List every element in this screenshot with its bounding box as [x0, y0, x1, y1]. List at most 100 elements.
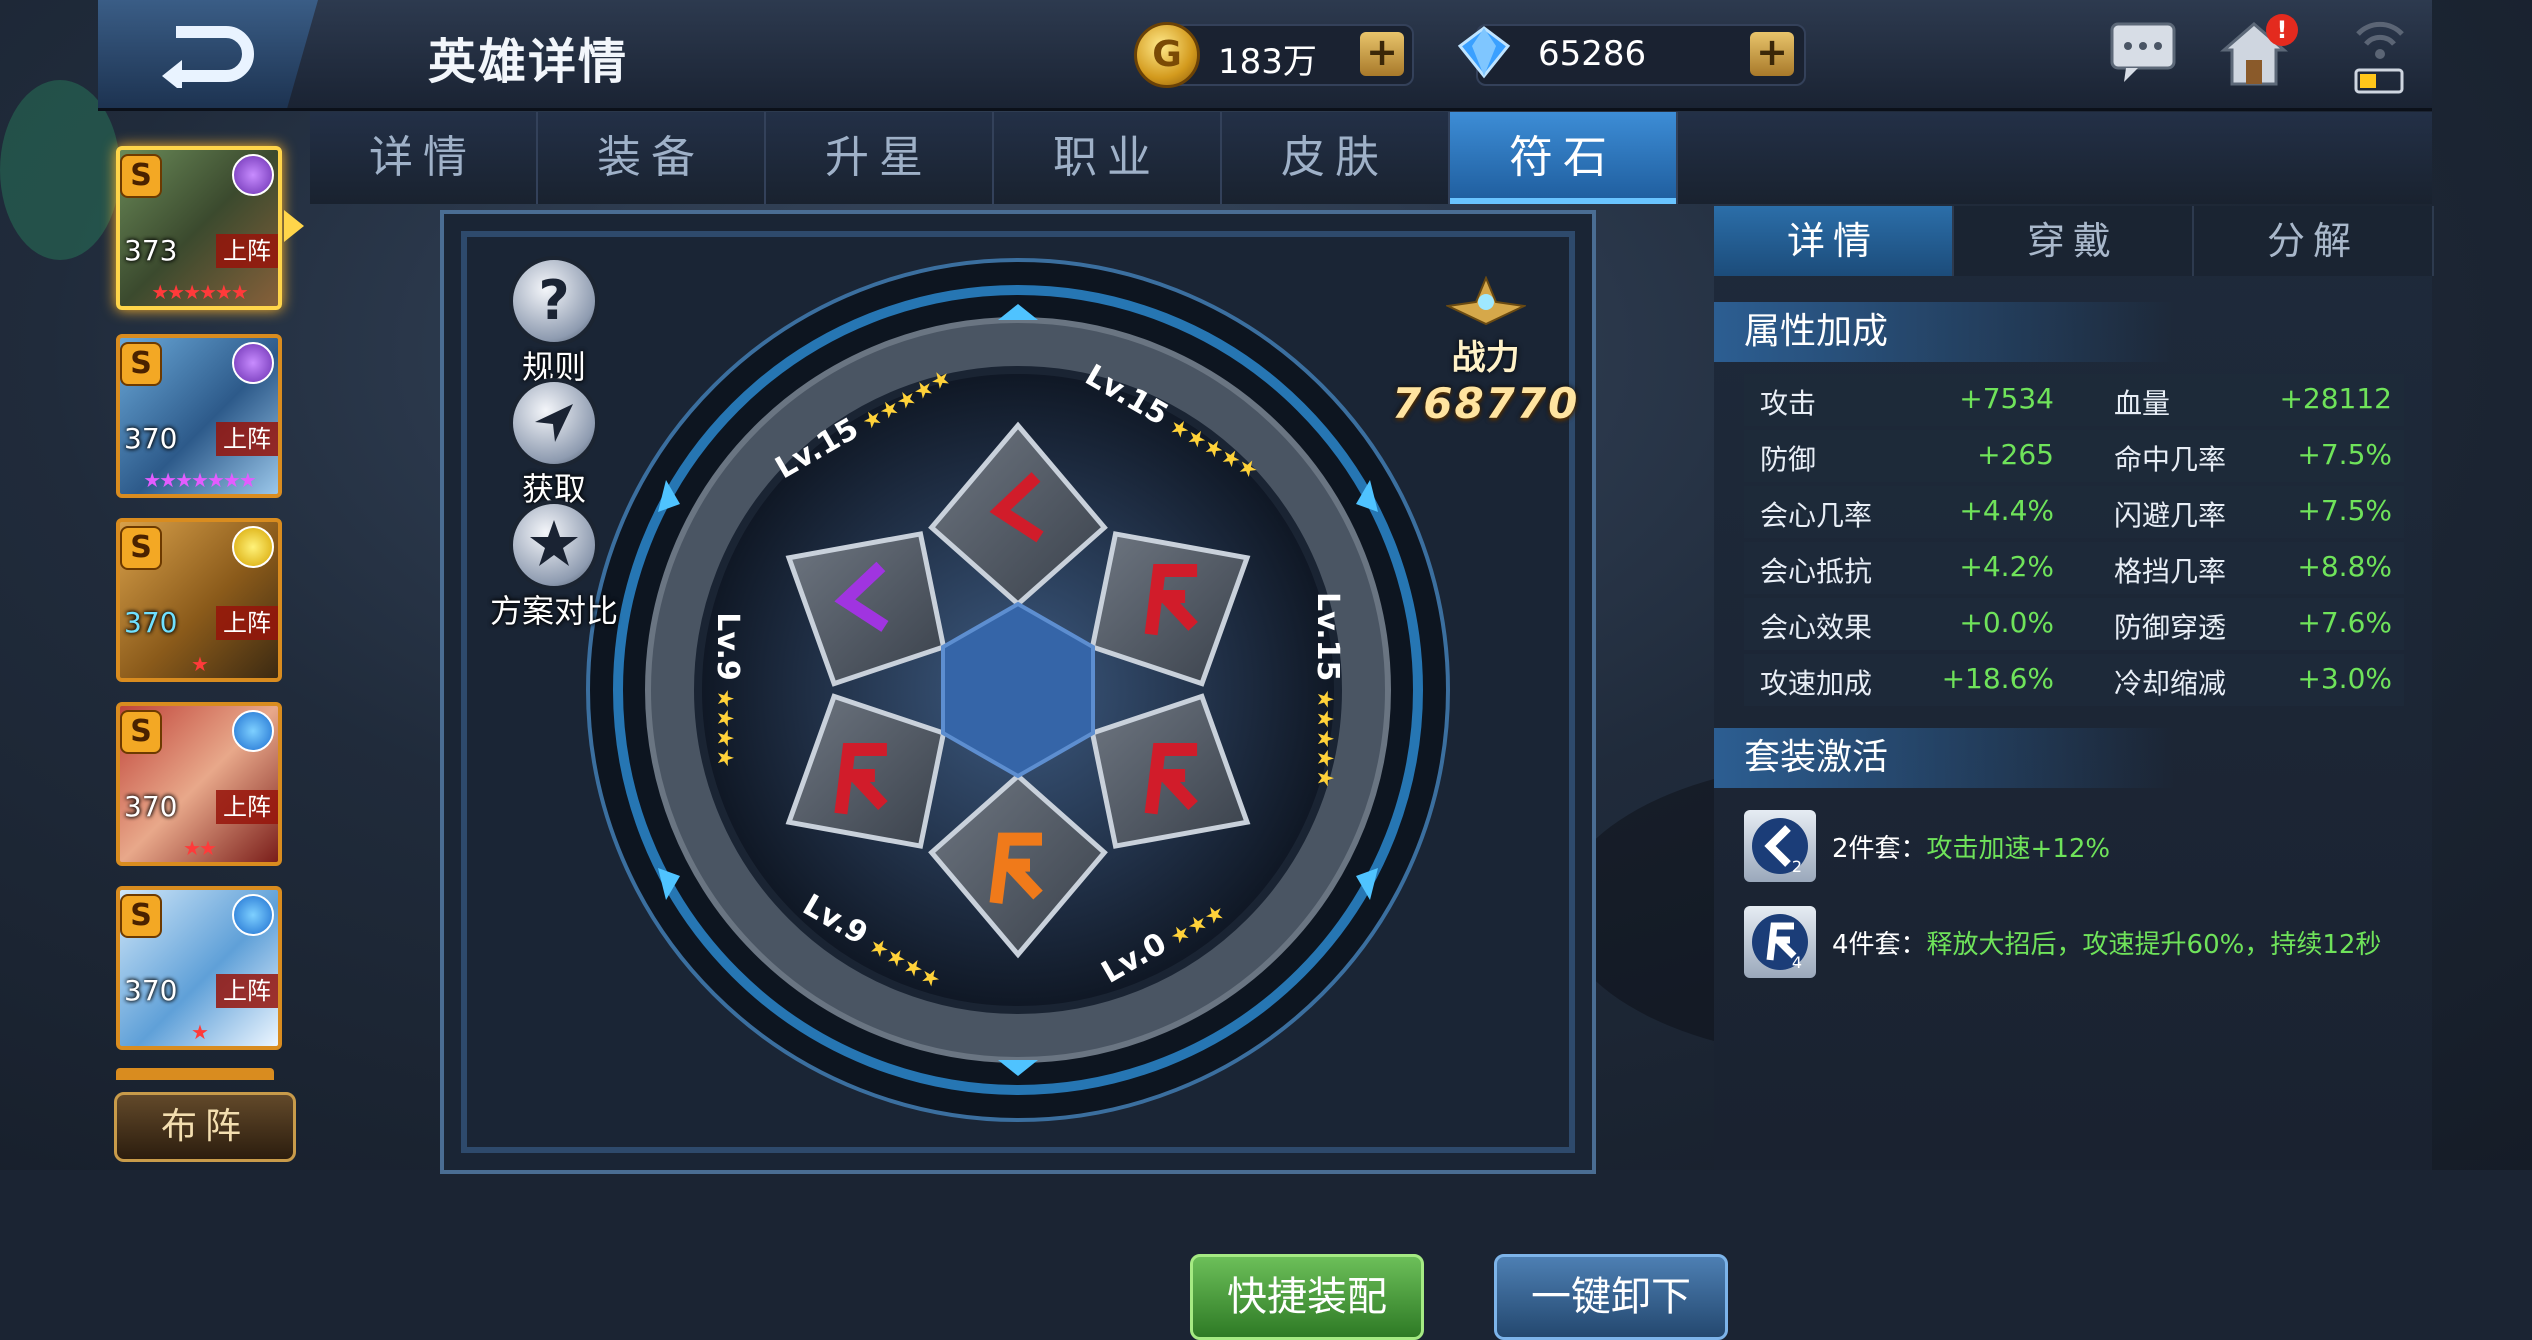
stat-value: +4.4%	[1959, 494, 2054, 527]
hero-card[interactable]: S 370 上阵 ★	[116, 518, 282, 682]
deployed-badge: 上阵	[216, 790, 278, 824]
tab-runes[interactable]: 符石	[1450, 112, 1678, 204]
tab-star-up[interactable]: 升星	[766, 112, 994, 204]
combat-power: 战力 768770	[1392, 275, 1580, 428]
obtain-button[interactable]: 获取	[484, 378, 624, 510]
hero-level: 373	[124, 234, 178, 267]
hero-stars: ★★	[183, 836, 217, 860]
deployed-badge: 上阵	[216, 234, 278, 268]
stat-row: 会心抵抗 +4.2% 格挡几率 +8.8%	[1744, 542, 2404, 594]
stat-value: +8.8%	[2297, 550, 2392, 583]
stat-value: +0.0%	[1959, 606, 2054, 639]
hero-card[interactable]: S 370 上阵 ★★★★★★★	[116, 334, 282, 498]
rune-set-icon: 2	[1744, 810, 1816, 882]
back-button[interactable]	[98, 0, 318, 108]
rune-set-icon: 4	[1744, 906, 1816, 978]
info-subtabs: 详情 穿戴 分解	[1714, 206, 2434, 276]
stat-name: 格挡几率	[2114, 555, 2227, 588]
add-gems-button[interactable]: +	[1750, 32, 1794, 76]
deployed-badge: 上阵	[216, 422, 278, 456]
subtab-wear[interactable]: 穿戴	[1954, 206, 2194, 276]
stat-value: +265	[1977, 438, 2054, 471]
set-description: 4件套：释放大招后，攻速提升60%，持续12秒	[1832, 924, 2381, 961]
quick-equip-button[interactable]: 快捷装配	[1190, 1254, 1424, 1340]
notification-badge: !	[2266, 14, 2298, 46]
hero-tabs: 详情 装备 升星 职业 皮肤 符石	[310, 112, 2432, 204]
stat-row: 攻击 +7534 血量 +28112	[1744, 374, 2404, 426]
tab-skins[interactable]: 皮肤	[1222, 112, 1450, 204]
stat-value: +7.6%	[2297, 606, 2392, 639]
water-element-icon	[232, 894, 274, 936]
rune-panel: Lv.15★★★★★ Lv.15★★★★★ Lv.15★★★★★ Lv.0★★★ Lv.…	[440, 210, 1728, 1340]
star-icon	[509, 500, 599, 590]
stat-value: +28112	[2279, 382, 2392, 415]
shadow-element-icon	[232, 342, 274, 384]
set-pieces: 4件套：	[1832, 930, 1927, 960]
tab-details[interactable]: 详情	[310, 112, 538, 204]
rank-badge: S	[120, 154, 162, 198]
gold-coin-icon: G	[1134, 22, 1200, 88]
top-bar: 英雄详情 G 183万 + 65286 + !	[98, 0, 2432, 111]
formation-button[interactable]: 布阵	[114, 1092, 296, 1162]
hero-card[interactable]: S 370 上阵 ★★	[116, 702, 282, 866]
stat-name: 血量	[2114, 387, 2171, 420]
stat-name: 会心几率	[1760, 499, 1873, 532]
subtab-decompose[interactable]: 分解	[2194, 206, 2434, 276]
stat-name: 命中几率	[2114, 443, 2227, 476]
chat-icon[interactable]	[2108, 18, 2180, 86]
lightning-element-icon	[232, 526, 274, 568]
stat-value: +7.5%	[2297, 438, 2392, 471]
compare-plans-button[interactable]: 方案对比	[444, 500, 664, 632]
stat-name: 会心抵抗	[1760, 555, 1873, 588]
rank-badge: S	[120, 342, 162, 386]
hero-stars: ★	[191, 652, 209, 676]
stat-name: 防御穿透	[2114, 611, 2227, 644]
set-effect: 攻击加速+12%	[1926, 834, 2111, 864]
hero-stars: ★	[191, 1020, 209, 1044]
rank-badge: S	[120, 894, 162, 938]
deployed-badge: 上阵	[216, 974, 278, 1008]
selected-arrow-icon	[284, 210, 304, 242]
back-arrow-icon	[162, 26, 254, 88]
gem-counter: 65286 +	[1457, 24, 1806, 86]
rune-info-panel: 详情 穿戴 分解 属性加成 攻击 +7534 血量 +28112 防御 +265 命中几率 +…	[1714, 206, 2434, 1170]
rank-badge: S	[120, 710, 162, 754]
tab-class[interactable]: 职业	[994, 112, 1222, 204]
set-activation-title: 套装激活	[1714, 728, 2174, 788]
combat-power-value: 768770	[1392, 379, 1580, 428]
attribute-bonus-title: 属性加成	[1714, 302, 2174, 362]
hero-card[interactable]: S 373 上阵 ★★★★★★	[116, 146, 282, 310]
rules-button[interactable]: ? 规则	[484, 256, 624, 388]
unequip-all-button[interactable]: 一键卸下	[1494, 1254, 1728, 1340]
set-effect: 释放大招后，攻速提升60%，持续12秒	[1926, 930, 2382, 960]
gem-amount: 65286	[1538, 34, 1647, 74]
rune-stars: ★★★★★	[1312, 689, 1337, 788]
hero-card[interactable]: S 370 上阵 ★	[116, 886, 282, 1050]
stats-table: 攻击 +7534 血量 +28112 防御 +265 命中几率 +7.5% 会心几率 +4.4% 闪…	[1744, 374, 2404, 710]
hero-level: 370	[124, 974, 178, 1007]
hero-stars: ★★★★★★★	[143, 468, 257, 492]
set-bonus-4: 4 4件套：释放大招后，攻速提升60%，持续12秒	[1744, 902, 2404, 986]
rune-stars: ★★★★	[712, 689, 737, 768]
home-button[interactable]: !	[2218, 14, 2308, 90]
stat-name: 闪避几率	[2114, 499, 2227, 532]
subtab-details[interactable]: 详情	[1714, 206, 1954, 276]
stat-name: 攻击	[1760, 387, 1817, 420]
question-icon: ?	[509, 256, 599, 346]
stat-name: 冷却缩减	[2114, 667, 2227, 700]
hero-card-partial[interactable]	[116, 1068, 274, 1080]
stat-row: 防御 +265 命中几率 +7.5%	[1744, 430, 2404, 482]
gold-amount: 183万	[1218, 42, 1317, 82]
stat-name: 防御	[1760, 443, 1817, 476]
tab-equipment[interactable]: 装备	[538, 112, 766, 204]
hero-level: 370	[124, 790, 178, 823]
stat-value: +7534	[1959, 382, 2054, 415]
stat-row: 攻速加成 +18.6% 冷却缩减 +3.0%	[1744, 654, 2404, 706]
add-gold-button[interactable]: +	[1360, 32, 1404, 76]
set-pieces: 2件套：	[1832, 834, 1927, 864]
wifi-battery-icon	[2354, 21, 2404, 94]
hero-level: 370	[124, 422, 178, 455]
navigate-arrow-icon	[509, 378, 599, 468]
stat-name: 会心效果	[1760, 611, 1873, 644]
page-title: 英雄详情	[428, 34, 629, 90]
